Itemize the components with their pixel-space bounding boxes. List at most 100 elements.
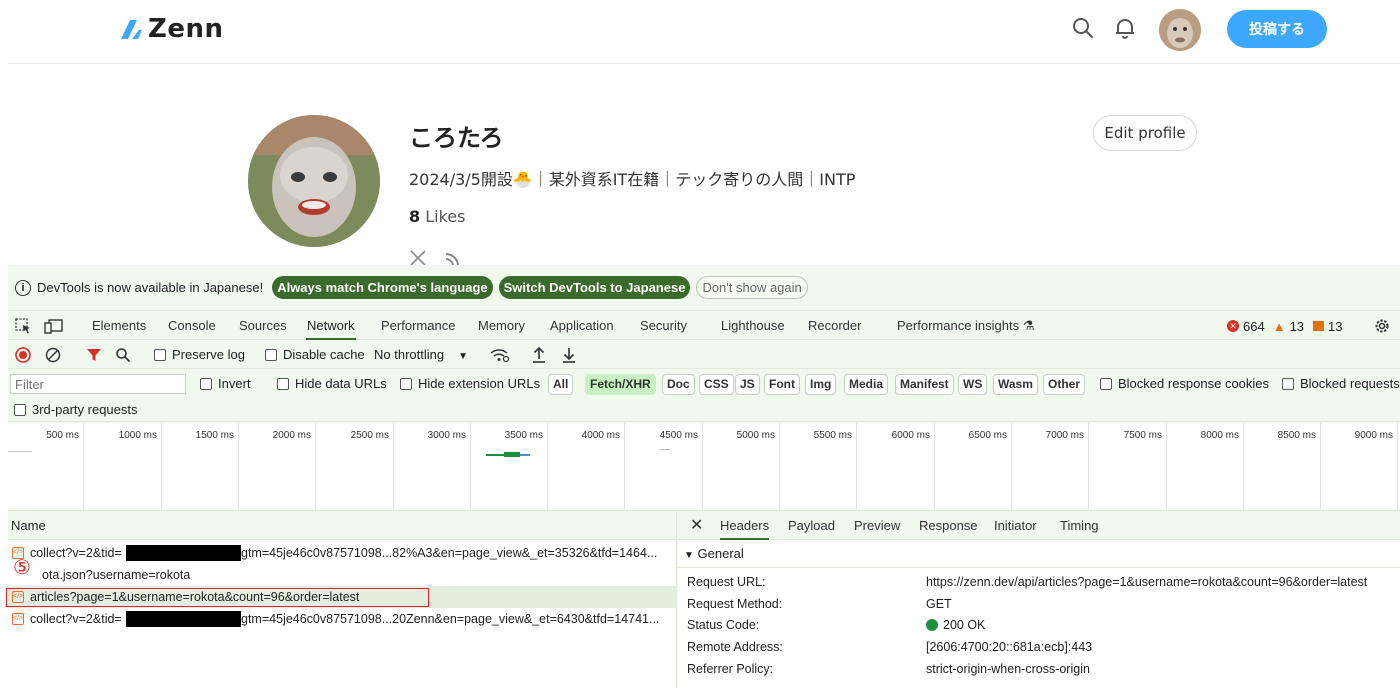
name-column-header[interactable]: Name — [8, 512, 676, 540]
third-party-requests-box — [14, 404, 26, 416]
type-filter-fetch-xhr[interactable]: Fetch/XHR — [585, 374, 656, 395]
tab-network[interactable]: Network — [306, 312, 356, 340]
close-icon[interactable]: ✕ — [690, 512, 703, 540]
invert-checkbox[interactable]: Invert — [200, 376, 251, 391]
zenn-logo-icon — [120, 18, 142, 40]
timeline-tick-label: 5500 ms — [813, 430, 852, 441]
preserve-log-box — [154, 349, 166, 361]
network-toolbar: Preserve log Disable cache No throttling… — [8, 341, 1400, 369]
blocked-requests-box — [1282, 378, 1294, 390]
timeline-waterfall-bar — [520, 454, 530, 456]
timeline-gridline — [1243, 423, 1244, 511]
tab-security[interactable]: Security — [640, 312, 687, 340]
xhr-icon: </> — [12, 613, 24, 625]
request-row[interactable]: ota.json?username=rokota — [8, 564, 677, 586]
always-match-language-button[interactable]: Always match Chrome's language — [272, 276, 493, 299]
post-button[interactable]: 投稿する — [1227, 10, 1327, 48]
dont-show-again-button[interactable]: Don't show again — [696, 276, 808, 299]
timeline-gridline — [547, 423, 548, 511]
type-filter-wasm[interactable]: Wasm — [993, 374, 1038, 395]
zenn-logo[interactable]: Zenn — [120, 14, 224, 44]
tab-application[interactable]: Application — [550, 312, 614, 340]
timeline-gridline — [702, 423, 703, 511]
filter-input[interactable] — [10, 374, 186, 394]
devtools-panel: i DevTools is now available in Japanese!… — [6, 265, 1400, 688]
timeline-tick-label: 2000 ms — [272, 430, 311, 441]
type-filter-other[interactable]: Other — [1043, 374, 1086, 395]
referrer-policy-value: strict-origin-when-cross-origin — [926, 662, 1090, 676]
tab-headers[interactable]: Headers — [720, 512, 770, 540]
tab-elements[interactable]: Elements — [92, 312, 146, 340]
timeline-tick-label: 1500 ms — [195, 430, 234, 441]
type-filter-media[interactable]: Media — [844, 374, 889, 395]
search-requests-icon[interactable] — [115, 347, 131, 366]
timeline-gridline — [779, 423, 780, 511]
zenn-logo-text: Zenn — [148, 14, 224, 44]
third-party-requests-label: 3rd-party requests — [32, 402, 138, 417]
network-conditions-icon[interactable] — [490, 347, 510, 366]
tab-payload[interactable]: Payload — [788, 512, 835, 540]
inspect-element-icon[interactable] — [15, 318, 32, 337]
tab-initiator[interactable]: Initiator — [994, 512, 1037, 540]
type-filter-font[interactable]: Font — [764, 374, 800, 395]
issue-icon — [1313, 321, 1325, 331]
request-row[interactable]: </> collect?v=2&tid= gtm=45je46c0v875710… — [8, 608, 677, 630]
remote-address-key: Remote Address: — [687, 640, 783, 654]
issue-counters[interactable]: ✕ 664 ▲ 13 13 — [1227, 312, 1343, 340]
hide-data-urls-box — [277, 378, 289, 390]
error-count: 664 — [1243, 318, 1265, 334]
profile-avatar — [248, 115, 380, 247]
hide-data-urls-checkbox[interactable]: Hide data URLs — [277, 376, 387, 391]
tab-response[interactable]: Response — [919, 512, 978, 540]
device-toolbar-icon[interactable] — [44, 318, 64, 337]
tab-performance-insights[interactable]: Performance insights ⚗ — [897, 312, 1034, 340]
timeline-tick-label: 7500 ms — [1123, 430, 1162, 441]
blocked-requests-checkbox[interactable]: Blocked requests — [1282, 376, 1400, 391]
tab-memory[interactable]: Memory — [478, 312, 525, 340]
request-name-suffix: ota.json?username=rokota — [42, 568, 191, 582]
type-filter-manifest[interactable]: Manifest — [895, 374, 954, 395]
timeline-tick-label: 8000 ms — [1200, 430, 1239, 441]
type-filter-js[interactable]: JS — [735, 374, 760, 395]
record-stop-icon[interactable] — [15, 347, 31, 366]
blocked-response-cookies-checkbox[interactable]: Blocked response cookies — [1100, 376, 1269, 391]
disable-cache-checkbox[interactable]: Disable cache — [265, 347, 365, 362]
type-filter-all[interactable]: All — [548, 374, 574, 395]
type-filter-ws[interactable]: WS — [958, 374, 988, 395]
request-row[interactable]: </> collect?v=2&tid= gtm=45je46c0v875710… — [8, 542, 677, 564]
tab-lighthouse[interactable]: Lighthouse — [721, 312, 785, 340]
tab-console[interactable]: Console — [168, 312, 216, 340]
hide-extension-urls-checkbox[interactable]: Hide extension URLs — [400, 376, 540, 391]
general-section-header[interactable]: ▼ General — [684, 546, 744, 561]
user-avatar[interactable] — [1159, 9, 1201, 51]
tab-performance[interactable]: Performance — [381, 312, 455, 340]
request-details: ✕ Headers Payload Preview Response Initi… — [678, 512, 1400, 688]
info-icon: i — [15, 279, 31, 296]
edit-profile-button[interactable]: Edit profile — [1093, 115, 1197, 151]
bell-icon[interactable] — [1113, 16, 1137, 40]
tab-timing[interactable]: Timing — [1060, 512, 1099, 540]
infobar-message: DevTools is now available in Japanese! — [37, 280, 264, 295]
preserve-log-checkbox[interactable]: Preserve log — [154, 347, 245, 362]
highlight-annotation — [6, 588, 429, 607]
timeline-tick-label: 4500 ms — [659, 430, 698, 441]
type-filter-css[interactable]: CSS — [699, 374, 734, 395]
tab-preview[interactable]: Preview — [854, 512, 900, 540]
referrer-policy-key: Referrer Policy: — [687, 662, 774, 676]
type-filter-img[interactable]: Img — [805, 374, 837, 395]
search-icon[interactable] — [1071, 16, 1095, 40]
type-filter-doc[interactable]: Doc — [662, 374, 695, 395]
import-har-icon[interactable] — [531, 346, 547, 366]
clear-icon[interactable] — [45, 347, 61, 366]
switch-devtools-japanese-button[interactable]: Switch DevTools to Japanese — [498, 276, 691, 299]
export-har-icon[interactable] — [561, 346, 577, 366]
tab-sources[interactable]: Sources — [239, 312, 287, 340]
network-overview-timeline[interactable]: 500 ms 1000 ms 1500 ms 2000 ms 2500 ms 3000 m… — [8, 423, 1400, 511]
throttling-select[interactable]: No throttling ▼ — [374, 347, 468, 362]
tab-recorder[interactable]: Recorder — [808, 312, 861, 340]
status-ok-icon — [926, 619, 938, 631]
settings-gear-icon[interactable] — [1373, 317, 1391, 338]
third-party-requests-checkbox[interactable]: 3rd-party requests — [14, 402, 138, 417]
request-name-prefix: collect?v=2&tid= — [30, 612, 122, 626]
filter-funnel-icon[interactable] — [86, 347, 102, 366]
